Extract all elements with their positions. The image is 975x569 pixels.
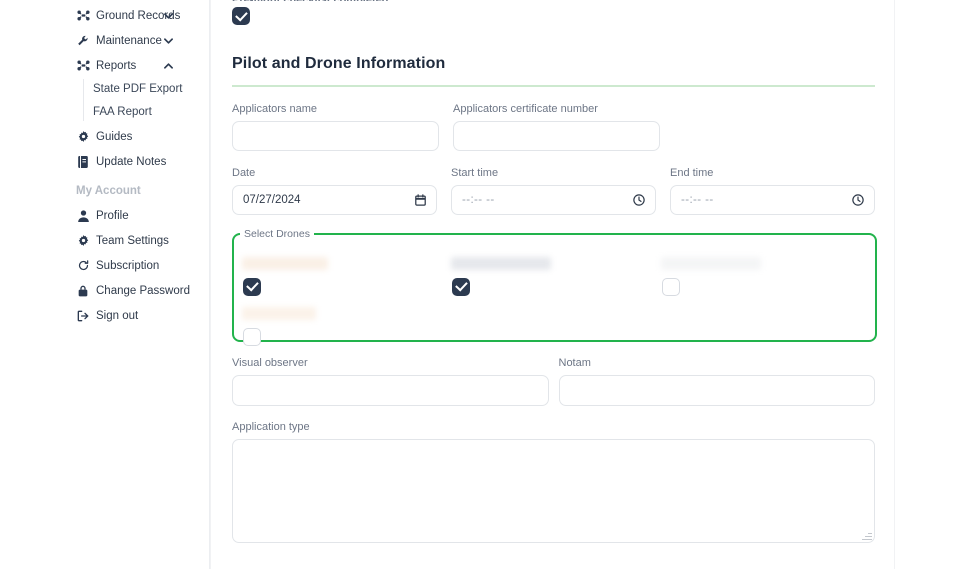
drone-option-4[interactable] [242, 303, 459, 353]
sidebar-item-label: Profile [96, 209, 129, 222]
sidebar-item-label: Team Settings [96, 234, 169, 247]
sidebar-item-sign-out[interactable]: Sign out [0, 304, 209, 327]
drone-options-row [242, 253, 870, 303]
sidebar: Ground Records Maintenance Reports State… [0, 0, 210, 569]
drone-option-1[interactable] [242, 253, 451, 303]
reports-submenu: State PDF Export FAA Report [0, 77, 209, 123]
sidebar-item-subscription[interactable]: Subscription [0, 254, 209, 277]
preflight-checklist-checkbox[interactable] [232, 7, 250, 25]
applicators-name-label: Applicators name [232, 102, 317, 115]
drone-options-grid [242, 253, 870, 353]
gear-icon [76, 235, 90, 246]
chevron-down-icon[interactable] [164, 12, 173, 19]
wrench-icon [76, 35, 90, 47]
sidebar-item-state-pdf-export[interactable]: State PDF Export [0, 77, 209, 100]
sidebar-item-label: Guides [96, 130, 133, 143]
drone-option-3-checkbox[interactable] [661, 277, 680, 296]
sidebar-section-label: My Account [76, 184, 141, 197]
notam-input[interactable] [558, 374, 875, 406]
page-title: Pilot and Drone Information [232, 54, 446, 72]
sidebar-item-ground-records[interactable]: Ground Records [0, 4, 209, 27]
drone-options-row [242, 303, 870, 353]
chevron-down-icon[interactable] [164, 37, 173, 44]
sidebar-item-label: Change Password [96, 284, 190, 297]
end-time-label: End time [670, 166, 714, 179]
select-drones-fieldset: Select Drones [232, 227, 877, 346]
sidebar-item-label: Subscription [96, 259, 160, 272]
gear-icon [76, 131, 90, 142]
application-type-field: Application type [232, 421, 875, 543]
application-type-textarea[interactable] [232, 438, 875, 543]
applicators-certificate-number-input[interactable] [453, 120, 660, 151]
start-time-field: Start time --:-- -- [451, 167, 656, 215]
application-type-label: Application type [232, 420, 310, 433]
sidebar-item-change-password[interactable]: Change Password [0, 279, 209, 302]
main-card: Pre-flight checklist completed Pilot and… [210, 0, 895, 569]
notam-field: Notam [558, 356, 875, 406]
applicators-certificate-number-field: Applicators certificate number [453, 103, 660, 151]
clock-icon[interactable] [852, 193, 864, 206]
date-input[interactable]: 07/27/2024 [232, 184, 437, 215]
sidebar-subitem-label: State PDF Export [93, 82, 183, 95]
sidebar-item-label: Maintenance [96, 34, 162, 47]
visual-observer-input[interactable] [232, 374, 549, 406]
app-root: Ground Records Maintenance Reports State… [0, 0, 975, 569]
drone-option-2-checkbox[interactable] [452, 277, 471, 296]
sign-out-icon [76, 310, 90, 322]
start-time-label: Start time [451, 166, 499, 179]
visual-observer-field: Visual observer [232, 357, 549, 406]
end-time-placeholder: --:-- -- [681, 193, 714, 206]
sidebar-item-update-notes[interactable]: Update Notes [0, 150, 209, 173]
form-content: Pre-flight checklist completed Pilot and… [232, 0, 877, 543]
drone-name-redacted [242, 256, 328, 270]
section-divider [232, 84, 875, 87]
select-drones-legend: Select Drones [240, 227, 314, 240]
drone-name-redacted [660, 256, 761, 270]
drone-name-redacted [451, 256, 552, 270]
user-icon [76, 209, 90, 222]
sidebar-item-team-settings[interactable]: Team Settings [0, 229, 209, 252]
notam-label: Notam [558, 356, 591, 369]
refresh-icon [76, 260, 90, 271]
resize-handle-icon[interactable] [862, 530, 872, 540]
applicators-name-input[interactable] [232, 120, 439, 151]
date-label: Date [232, 166, 256, 179]
applicators-certificate-number-label: Applicators certificate number [453, 102, 598, 115]
sidebar-item-label: Update Notes [96, 155, 167, 168]
sidebar-section-my-account: My Account [0, 179, 209, 202]
drone-option-1-checkbox[interactable] [243, 277, 261, 296]
chevron-up-icon[interactable] [164, 62, 173, 69]
date-field: Date 07/27/2024 [232, 167, 437, 215]
start-time-placeholder: --:-- -- [462, 193, 495, 206]
drone-icon [76, 10, 90, 21]
drone-name-redacted [242, 306, 316, 320]
applicators-name-field: Applicators name [232, 103, 439, 151]
sidebar-item-guides[interactable]: Guides [0, 125, 209, 148]
clock-icon[interactable] [633, 193, 645, 206]
sidebar-item-reports[interactable]: Reports [0, 54, 209, 77]
drone-option-2[interactable] [451, 253, 660, 303]
sidebar-item-profile[interactable]: Profile [0, 204, 209, 227]
end-time-input[interactable]: --:-- -- [670, 184, 875, 215]
sidebar-item-label: Reports [96, 59, 137, 72]
calendar-icon[interactable] [415, 193, 426, 206]
drone-option-3[interactable] [660, 253, 870, 303]
end-time-field: End time --:-- -- [670, 167, 875, 215]
sidebar-subitem-label: FAA Report [93, 105, 152, 118]
sidebar-item-faa-report[interactable]: FAA Report [0, 100, 209, 123]
visual-observer-label: Visual observer [232, 356, 308, 369]
start-time-input[interactable]: --:-- -- [451, 184, 656, 215]
book-icon [76, 155, 90, 168]
date-value: 07/27/2024 [243, 193, 301, 206]
drone-option-4-checkbox[interactable] [243, 327, 261, 346]
sidebar-item-label: Sign out [96, 309, 139, 322]
sidebar-item-maintenance[interactable]: Maintenance [0, 29, 209, 52]
lock-icon [76, 285, 90, 297]
preflight-checklist-label: Pre-flight checklist completed [232, 0, 875, 1]
drone-icon [76, 60, 90, 71]
